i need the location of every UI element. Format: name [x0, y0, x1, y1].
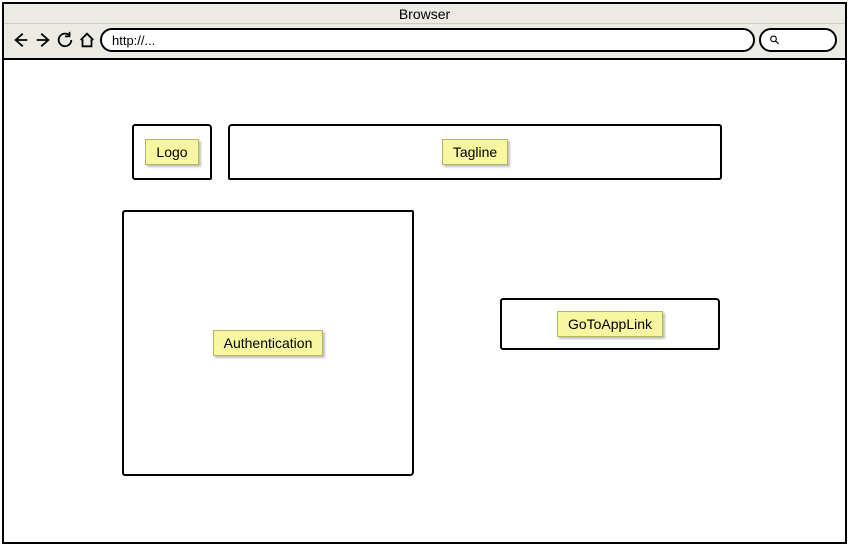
tagline-placeholder: Tagline: [228, 124, 722, 180]
home-icon[interactable]: [78, 31, 96, 49]
search-input[interactable]: [780, 33, 827, 48]
url-input[interactable]: [100, 28, 755, 52]
forward-arrow-icon[interactable]: [34, 31, 52, 49]
browser-window: Browser Logo Tagline Authentication: [2, 2, 847, 544]
search-icon: [769, 33, 780, 47]
browser-toolbar: [4, 24, 845, 60]
search-box[interactable]: [759, 28, 837, 52]
reload-icon[interactable]: [56, 31, 74, 49]
logo-placeholder: Logo: [132, 124, 212, 180]
page-content: Logo Tagline Authentication GoToAppLink: [4, 60, 845, 542]
go-to-app-link-placeholder[interactable]: GoToAppLink: [500, 298, 720, 350]
window-title: Browser: [4, 4, 845, 24]
authentication-placeholder: Authentication: [122, 210, 414, 476]
back-arrow-icon[interactable]: [12, 31, 30, 49]
go-to-app-link-sticky-label: GoToAppLink: [557, 311, 663, 337]
authentication-sticky-label: Authentication: [213, 330, 324, 356]
tagline-sticky-label: Tagline: [442, 139, 508, 165]
logo-sticky-label: Logo: [145, 139, 198, 165]
